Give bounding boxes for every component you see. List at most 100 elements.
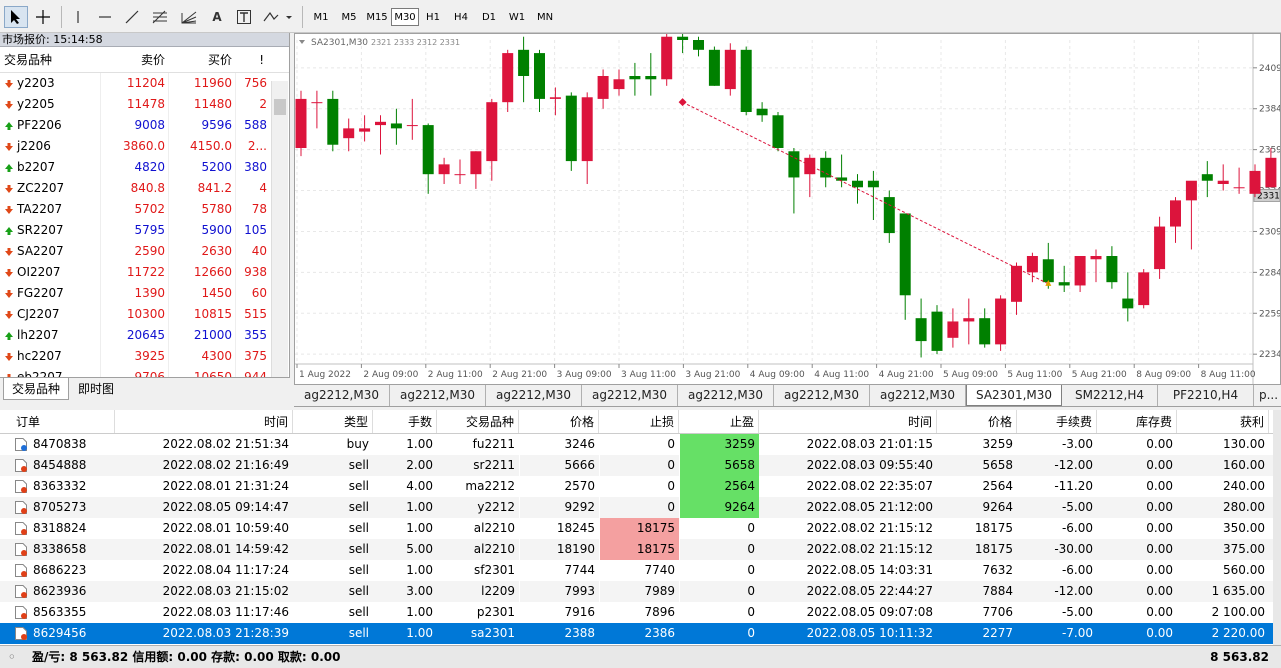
scrollbar-thumb[interactable] xyxy=(274,99,286,115)
chart-tab[interactable]: PF2210,H4 xyxy=(1158,385,1254,406)
timeframe-m15[interactable]: M15 xyxy=(363,8,391,26)
header-ask[interactable]: 买价 xyxy=(168,47,235,72)
timeframe-m30[interactable]: M30 xyxy=(391,8,419,26)
market-ask: 4150.0 xyxy=(168,136,235,157)
header-bid[interactable]: 卖价 xyxy=(100,47,168,72)
order-row[interactable]: 8686223 2022.08.04 11:17:24 sell 1.00 sf2301… xyxy=(0,560,1281,581)
order-row[interactable]: 8338658 2022.08.01 14:59:42 sell 5.00 al2210… xyxy=(0,539,1281,560)
order-row[interactable]: 8318824 2022.08.01 10:59:40 sell 1.00 al2210… xyxy=(0,518,1281,539)
timeframe-h4[interactable]: H4 xyxy=(447,8,475,26)
cursor-button[interactable] xyxy=(4,6,28,28)
stop-loss: 2386 xyxy=(644,626,675,640)
order-row[interactable]: 8623936 2022.08.03 21:15:02 sell 3.00 l2209 7… xyxy=(0,581,1281,602)
order-row[interactable]: 8454888 2022.08.02 21:16:49 sell 2.00 sr2211… xyxy=(0,455,1281,476)
market-watch-scrollbar[interactable] xyxy=(271,81,288,400)
candle-body xyxy=(804,157,816,175)
chart-tab[interactable]: ag2212,M30 xyxy=(294,385,390,406)
candle-body xyxy=(565,95,577,162)
market-row[interactable]: SA2207 2590 2630 40 xyxy=(0,241,289,262)
timeframe-mn[interactable]: MN xyxy=(531,8,559,26)
header-order[interactable]: 订单 xyxy=(0,410,115,433)
lots: 1.00 xyxy=(406,437,433,451)
market-row[interactable]: lh2207 20645 21000 355 xyxy=(0,325,289,346)
market-row[interactable]: y2203 11204 11960 756 xyxy=(0,73,289,94)
market-ask: 21000 xyxy=(168,325,235,346)
timeframe-m1[interactable]: M1 xyxy=(307,8,335,26)
market-row[interactable]: OI2207 11722 12660 938 xyxy=(0,262,289,283)
order-row[interactable]: 8629456 2022.08.03 21:28:39 sell 1.00 sa2301… xyxy=(0,623,1281,644)
market-row[interactable]: CJ2207 10300 10815 515 xyxy=(0,304,289,325)
lots: 1.00 xyxy=(406,563,433,577)
timeframe-w1[interactable]: W1 xyxy=(503,8,531,26)
chart-tab[interactable]: ag2212,M30 xyxy=(486,385,582,406)
crosshair-button[interactable] xyxy=(31,6,55,28)
header-commission[interactable]: 手续费 xyxy=(1017,410,1097,433)
market-row[interactable]: SR2207 5795 5900 105 xyxy=(0,220,289,241)
order-doc-icon xyxy=(15,606,27,619)
header-symbol[interactable]: 交易品种 xyxy=(0,47,100,72)
tab-tick-chart[interactable]: 即时图 xyxy=(70,378,122,400)
text-label-button[interactable] xyxy=(232,6,256,28)
symbol: sr2211 xyxy=(473,458,515,472)
market-ask: 841.2 xyxy=(168,178,235,199)
timeframe-m5[interactable]: M5 xyxy=(335,8,363,26)
header-stop-loss[interactable]: 止损 xyxy=(599,410,679,433)
stop-loss: 7896 xyxy=(599,602,679,623)
chart-ohlc: 2321 2333 2312 2331 xyxy=(371,38,460,47)
header-close-time[interactable]: 时间 xyxy=(759,410,937,433)
tab-symbols[interactable]: 交易品种 xyxy=(3,378,70,400)
shapes-button[interactable] xyxy=(259,6,295,28)
order-row[interactable]: 8705273 2022.08.05 09:14:47 sell 1.00 y2212 9… xyxy=(0,497,1281,518)
market-row[interactable]: b2207 4820 5200 380 xyxy=(0,157,289,178)
trendline-button[interactable] xyxy=(120,6,144,28)
header-take-profit[interactable]: 止盈 xyxy=(679,410,759,433)
header-open-time[interactable]: 时间 xyxy=(115,410,293,433)
chart-tab[interactable]: SM2212,H4 xyxy=(1062,385,1158,406)
market-row[interactable]: PF2206 9008 9596 588 xyxy=(0,115,289,136)
header-swap[interactable]: 库存费 xyxy=(1097,410,1177,433)
order-row[interactable]: 8470838 2022.08.02 21:51:34 buy 1.00 fu2211 3… xyxy=(0,434,1281,455)
chart-tab[interactable]: ag2212,M30 xyxy=(870,385,966,406)
fibonacci-button[interactable] xyxy=(147,6,173,28)
header-type[interactable]: 类型 xyxy=(293,410,373,433)
header-close-price[interactable]: 价格 xyxy=(937,410,1017,433)
order-row[interactable]: 8363332 2022.08.01 21:31:24 sell 4.00 ma2212… xyxy=(0,476,1281,497)
header-profit[interactable]: 获利 xyxy=(1177,410,1269,433)
chart-tab[interactable]: p... xyxy=(1254,385,1281,406)
fibonacci-fan-button[interactable] xyxy=(176,6,202,28)
header-spread[interactable]: ! xyxy=(235,47,270,72)
header-lots[interactable]: 手数 xyxy=(373,410,437,433)
time-label: 4 Aug 11:00 xyxy=(814,370,869,380)
order-id-text: 8318824 xyxy=(33,521,87,535)
arrow-up-icon xyxy=(5,163,13,172)
timeframe-h1[interactable]: H1 xyxy=(419,8,447,26)
chart-tab[interactable]: ag2212,M30 xyxy=(582,385,678,406)
header-price[interactable]: 价格 xyxy=(519,410,599,433)
time-label: 5 Aug 09:00 xyxy=(943,370,998,380)
market-bid: 5702 xyxy=(100,199,168,220)
candle-body xyxy=(1042,259,1054,283)
header-symbol[interactable]: 交易品种 xyxy=(437,410,519,433)
commission: -6.00 xyxy=(1061,563,1093,577)
market-row[interactable]: TA2207 5702 5780 78 xyxy=(0,199,289,220)
chart-tab[interactable]: ag2212,M30 xyxy=(390,385,486,406)
timeframe-d1[interactable]: D1 xyxy=(475,8,503,26)
vertical-line-button[interactable] xyxy=(66,6,90,28)
close-time: 2022.08.05 22:44:27 xyxy=(806,584,933,598)
chart-tab[interactable]: SA2301,M30 xyxy=(966,385,1062,406)
candle-body xyxy=(1233,187,1245,189)
order-table-scrollbar[interactable] xyxy=(1273,410,1281,645)
horizontal-line-button[interactable] xyxy=(93,6,117,28)
market-row[interactable]: y2205 11478 11480 2 xyxy=(0,94,289,115)
price-chart[interactable]: 2409238423592334230922842259223423311 Au… xyxy=(294,23,1281,385)
chart-tab[interactable]: ag2212,M30 xyxy=(774,385,870,406)
chart-tab[interactable]: ag2212,M30 xyxy=(678,385,774,406)
swap: 0.00 xyxy=(1146,458,1173,472)
text-button[interactable]: A xyxy=(205,6,229,28)
market-row[interactable]: ZC2207 840.8 841.2 4 xyxy=(0,178,289,199)
market-row[interactable]: j2206 3860.0 4150.0 2... xyxy=(0,136,289,157)
order-row[interactable]: 8563355 2022.08.03 11:17:46 sell 1.00 p2301 7… xyxy=(0,602,1281,623)
stop-loss: 7740 xyxy=(599,560,679,581)
market-row[interactable]: hc2207 3925 4300 375 xyxy=(0,346,289,367)
market-row[interactable]: FG2207 1390 1450 60 xyxy=(0,283,289,304)
